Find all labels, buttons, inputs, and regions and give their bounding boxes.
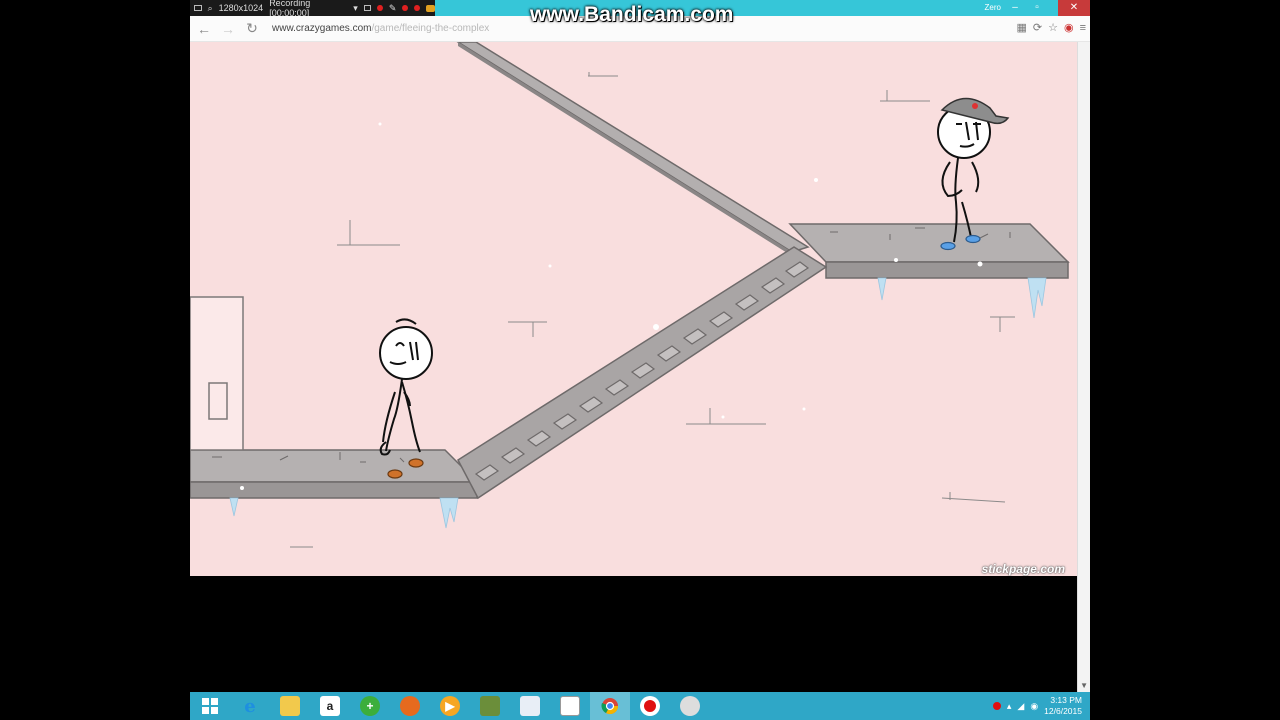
- browser-actions: ▦ ⟳ ☆ ◉ ≡: [1016, 21, 1086, 35]
- pencil-icon[interactable]: ✎: [389, 3, 397, 14]
- store-icon: [560, 696, 580, 716]
- chrome-icon: [600, 696, 620, 716]
- lastpass-icon[interactable]: ◉: [1064, 21, 1074, 34]
- taskbar-green-plus[interactable]: +: [350, 692, 390, 720]
- site-watermark: stickpage.com: [981, 562, 1065, 576]
- refresh-ext-icon[interactable]: ⟳: [1033, 21, 1042, 34]
- extension-icon[interactable]: ▦: [1016, 21, 1026, 34]
- firefox-icon: [400, 696, 420, 716]
- start-button[interactable]: [190, 692, 230, 720]
- door[interactable]: [190, 296, 244, 451]
- chevron-down-icon[interactable]: ▾: [353, 3, 358, 14]
- user-chip[interactable]: Zero: [981, 2, 1005, 14]
- pause-icon[interactable]: [425, 4, 435, 12]
- signal-icon[interactable]: ◢: [1017, 701, 1024, 712]
- record-dot-icon[interactable]: [402, 5, 409, 11]
- internet-explorer-icon: e: [244, 695, 256, 717]
- record-icon[interactable]: [377, 5, 383, 11]
- minecraft-icon: [480, 696, 500, 716]
- taskbar-minecraft[interactable]: [470, 692, 510, 720]
- game-scene: [190, 42, 1070, 548]
- taskbar-amazon[interactable]: a: [310, 692, 350, 720]
- clock[interactable]: 3:13 PM 12/6/2015: [1044, 695, 1082, 717]
- recorder-bar: ⌕ 1280x1024 Recording [00:00:00] ▾ ✎: [190, 0, 435, 18]
- file-explorer-icon: [280, 696, 300, 716]
- left-platform-front: [190, 481, 478, 499]
- staircase: [457, 246, 828, 500]
- window-mode-icon[interactable]: [194, 5, 202, 11]
- record-tray-icon[interactable]: [992, 702, 1001, 710]
- bandicam-icon: [640, 696, 660, 716]
- right-platform-top: [788, 223, 1070, 263]
- camera-icon[interactable]: [363, 5, 372, 11]
- clock-time: 3:13 PM: [1050, 695, 1082, 705]
- media-player-icon: ▶: [440, 696, 460, 716]
- screen: Zero – ▫ ✕ ⌕ 1280x1024 Recording [00:00:…: [190, 0, 1090, 720]
- stop-dot-icon[interactable]: [414, 5, 420, 11]
- forward-icon[interactable]: →: [218, 19, 238, 39]
- url-host: www.crazygames.com: [272, 23, 372, 34]
- system-tray: ▴ ◢ ◉ 3:13 PM 12/6/2015: [992, 692, 1082, 720]
- green-plus-icon: +: [360, 696, 380, 716]
- taskbar-speaker-app[interactable]: [670, 692, 710, 720]
- taskbar-firefox[interactable]: [390, 692, 430, 720]
- url-field[interactable]: www.crazygames.com/game/fleeing-the-comp…: [272, 23, 489, 34]
- below-game-area: [190, 576, 1077, 692]
- network-icon[interactable]: ▴: [1007, 701, 1012, 712]
- taskbar-chrome[interactable]: [590, 692, 630, 720]
- minimize-button[interactable]: –: [1004, 0, 1026, 16]
- speaker-app-icon: [680, 696, 700, 716]
- bandicam-watermark: www.Bandicam.com: [530, 3, 734, 26]
- taskbar-files[interactable]: [270, 692, 310, 720]
- maximize-button[interactable]: ▫: [1026, 0, 1048, 16]
- taskbar-bandicam[interactable]: [630, 692, 670, 720]
- taskbar-ie[interactable]: e: [230, 692, 270, 720]
- star-icon[interactable]: ☆: [1048, 21, 1058, 34]
- taskbar-store[interactable]: [550, 692, 590, 720]
- menu-icon[interactable]: ≡: [1080, 22, 1086, 34]
- game-canvas[interactable]: stickpage.com: [190, 42, 1077, 576]
- back-icon[interactable]: ←: [194, 19, 214, 39]
- windows-start-icon: [200, 696, 220, 716]
- reload-icon[interactable]: ↻: [242, 19, 262, 39]
- scroll-down-icon[interactable]: ▼: [1080, 681, 1088, 690]
- left-platform-top: [190, 449, 479, 483]
- taskbar: e a + ▶ ▴ ◢ ◉ 3:13 PM 12/6/2015: [190, 692, 1090, 720]
- taskbar-player[interactable]: ▶: [430, 692, 470, 720]
- amazon-icon: a: [320, 696, 340, 716]
- volume-icon[interactable]: ◉: [1030, 701, 1038, 712]
- vertical-scrollbar[interactable]: ▼: [1077, 42, 1090, 692]
- search-icon[interactable]: ⌕: [208, 3, 213, 14]
- clock-date: 12/6/2015: [1044, 706, 1082, 716]
- paint-icon: [520, 696, 540, 716]
- url-path: /game/fleeing-the-complex: [371, 23, 490, 34]
- taskbar-paint[interactable]: [510, 692, 550, 720]
- right-platform-front: [825, 261, 1069, 279]
- recorder-resolution: 1280x1024: [218, 3, 264, 13]
- upper-rail: [456, 42, 810, 253]
- close-button[interactable]: ✕: [1058, 0, 1090, 16]
